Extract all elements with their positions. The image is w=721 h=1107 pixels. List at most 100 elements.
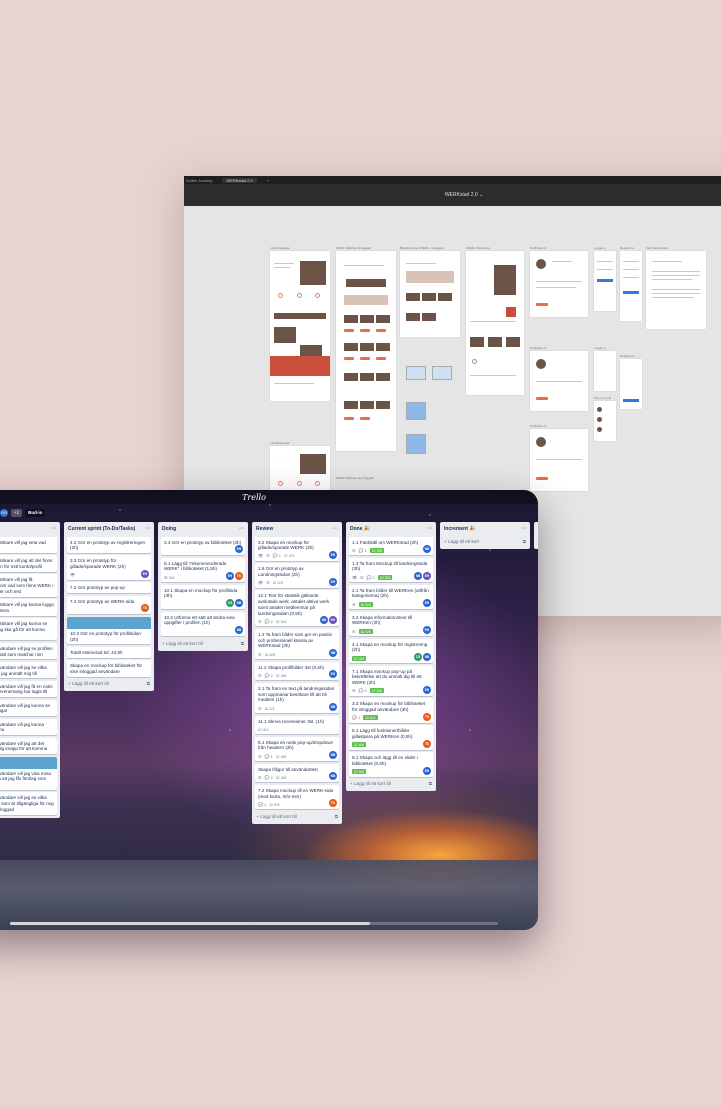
- member-avatar[interactable]: EH: [141, 569, 149, 578]
- template-icon[interactable]: ⧉: [241, 641, 244, 646]
- add-tab-button[interactable]: +: [267, 178, 269, 183]
- frame-logga-in-2[interactable]: [594, 351, 616, 391]
- member-avatar[interactable]: NB: [329, 772, 337, 781]
- add-card-button[interactable]: + Lägg till ett kort till ⧉: [349, 779, 433, 788]
- frame-werk-hallplats[interactable]: [336, 251, 396, 451]
- member-avatar[interactable]: CS: [414, 653, 422, 662]
- card[interactable]: 3.2 Skapa en mockup för gillade/sparade …: [255, 536, 339, 561]
- card[interactable]: 3.3 Gör en prototyp för gillade/sparade …: [67, 555, 151, 580]
- member-avatar[interactable]: NB: [329, 649, 337, 658]
- member-avatar[interactable]: TS: [423, 712, 431, 721]
- card[interactable]: 1.4 Som besökare vill jag kunna logga in…: [0, 599, 57, 616]
- card[interactable]: 2.1 Som användare vill jag att det finns…: [0, 737, 57, 755]
- member-avatar[interactable]: EH: [423, 599, 431, 608]
- member-avatar[interactable]: EH: [423, 766, 431, 775]
- card[interactable]: 7.2 Skapa mockup till en WERK-sida (med …: [255, 784, 339, 810]
- card[interactable]: 2.0 Som användare vill jag kunna rediger…: [0, 718, 57, 736]
- member-avatar[interactable]: CS: [226, 599, 234, 608]
- member-count[interactable]: +1: [11, 508, 23, 517]
- add-card-button[interactable]: + Lägg till ett kort till ⧉: [161, 639, 245, 648]
- card[interactable]: 11.2 Skapa profilbilder 3st (0,5h) ☰ 💬 2 ☑ …: [255, 661, 339, 681]
- card[interactable]: 10.1 Skapa en mockup för profilsida (3h)…: [161, 584, 245, 610]
- member-avatar[interactable]: NB: [414, 572, 422, 581]
- member-avatar[interactable]: EH: [0, 508, 8, 517]
- list-title[interactable]: Current sprint (To-Do/Tasks): [68, 526, 135, 532]
- card[interactable]: 2.2 Som användare vill jag visa mina int…: [0, 756, 57, 790]
- member-avatar[interactable]: EH: [329, 550, 337, 559]
- card[interactable]: 1.1 Som besökare vill jag veta vad WERK …: [0, 536, 57, 553]
- template-icon[interactable]: ⧉: [523, 539, 526, 544]
- frame-informationssida[interactable]: [646, 251, 706, 329]
- list-title[interactable]: Doing: [162, 526, 176, 532]
- template-icon[interactable]: ⧉: [429, 781, 432, 786]
- card[interactable]: 1.1 Färdställ om WERKstad (2h) ☰ 💬 1 ☑ 5/5 N…: [349, 536, 433, 556]
- card[interactable]: Skapa en mockup för biblioteket för icke…: [67, 660, 151, 677]
- list-title[interactable]: Increment 🎉: [444, 526, 476, 532]
- card[interactable]: 5.1 Lägg till funktioner/bilder gillaslp…: [349, 725, 433, 750]
- card[interactable]: 1.6 Som användare vill jag se profilen p…: [0, 642, 57, 660]
- member-avatar[interactable]: NB: [329, 751, 337, 760]
- card[interactable]: 2.1 Ta fram en text på landningssidan so…: [255, 682, 339, 714]
- list-6[interactable]: Archive f··· + Lägg⧉: [534, 522, 538, 549]
- card[interactable]: 11.1 Skriva recensioner 3st. (1h) ☑ 4/1: [255, 715, 339, 735]
- card[interactable]: 2.3 Som användare vill jag se vilka even…: [0, 792, 57, 815]
- list-menu-icon[interactable]: ···: [521, 526, 526, 532]
- tab-werkstad[interactable]: WERKstad 2.0: [222, 177, 257, 183]
- list-1[interactable]: Current sprint (To-Do/Tasks) ··· 4.2 Gör e…: [64, 522, 154, 692]
- card[interactable]: Skapa frågor till användartest ☰ 💬 2 ☑ 4/5 N…: [255, 763, 339, 783]
- card[interactable]: 6.1 Lägg till "rekommenderade WERK" i bi…: [161, 557, 245, 583]
- list-0[interactable]: Backlog··· 1.1 Som besökare vill jag veta…: [0, 522, 60, 818]
- member-avatar[interactable]: NB: [423, 653, 431, 662]
- frame-logga-in[interactable]: [594, 251, 616, 311]
- card[interactable]: 3.2 Skapa informationstext till WERKen (…: [349, 611, 433, 637]
- member-avatar[interactable]: TS: [235, 572, 243, 581]
- card[interactable]: 3.3 Skapa en mockup för biblioteket för …: [349, 698, 433, 723]
- member-avatar[interactable]: EH: [226, 572, 234, 581]
- board-button[interactable]: Bud-in: [25, 508, 46, 517]
- member-avatar[interactable]: EH: [423, 572, 431, 581]
- frame-registrera[interactable]: [620, 251, 642, 321]
- board-scrollbar-thumb[interactable]: [10, 922, 370, 925]
- member-avatar[interactable]: NB: [329, 703, 337, 712]
- list-4[interactable]: Done 🎉 ··· 1.1 Färdställ om WERKstad (2h) ☰…: [346, 522, 436, 792]
- card[interactable]: 1.3 Ta fram Mockup till landningssida (3…: [349, 557, 433, 583]
- trello-logo[interactable]: Trello: [242, 493, 266, 502]
- list-menu-icon[interactable]: ···: [239, 526, 244, 532]
- member-avatar[interactable]: EH: [235, 545, 243, 554]
- card[interactable]: 1.2 Ta fram bilder som ger en positiv oc…: [255, 628, 339, 660]
- card[interactable]: 7.1 Skapa mockup pop-up på bekräftelse a…: [349, 665, 433, 696]
- add-card-label[interactable]: + Lägg till ett kort till: [68, 681, 109, 686]
- list-title[interactable]: Done 🎉: [350, 526, 370, 532]
- frame-werk-bookshop[interactable]: [466, 251, 524, 395]
- card[interactable]: 1.8 Som användare vill jag få en notis o…: [0, 680, 57, 698]
- member-avatar[interactable]: NB: [235, 626, 243, 635]
- card[interactable]: 12.1 Text för statistik gällande avsluta…: [255, 590, 339, 627]
- list-menu-icon[interactable]: ···: [427, 526, 432, 532]
- add-card-label[interactable]: + Lägg till ett kort: [444, 539, 479, 544]
- list-menu-icon[interactable]: ···: [333, 526, 338, 532]
- card[interactable]: 1.6 Gör en prototyp av Landningssidan (2…: [255, 563, 339, 588]
- list-5[interactable]: Increment 🎉 ··· + Lägg till ett kort ⧉: [440, 522, 530, 549]
- card[interactable]: 1.3 Som besökare vill jag få information…: [0, 574, 57, 597]
- list-menu-icon[interactable]: ···: [145, 526, 150, 532]
- list-title[interactable]: Review: [256, 526, 273, 532]
- member-avatar[interactable]: NB: [235, 599, 243, 608]
- add-card-button[interactable]: + Lägg till ett kort till ⧉: [255, 812, 339, 821]
- frame-popup-profil[interactable]: [594, 401, 616, 441]
- add-card-button[interactable]: + Lägg⧉: [537, 537, 538, 546]
- list-header[interactable]: Current sprint (To-Do/Tasks) ···: [67, 525, 151, 534]
- list-header[interactable]: Done 🎉 ···: [349, 525, 433, 534]
- template-icon[interactable]: ⧉: [335, 814, 338, 819]
- member-avatar[interactable]: EH: [423, 626, 431, 635]
- member-avatar[interactable]: NB: [320, 616, 328, 625]
- card[interactable]: 1.2 Som besökare vill jag att det finns …: [0, 555, 57, 572]
- card[interactable]: 2.1 Ta fram bilder till WERKen (utifrån …: [349, 584, 433, 610]
- template-icon[interactable]: ⧉: [147, 681, 150, 686]
- member-avatar[interactable]: EH: [329, 670, 337, 679]
- board-scrollbar[interactable]: [10, 922, 498, 925]
- list-header[interactable]: Review ···: [255, 525, 339, 534]
- card[interactable]: 10.2 Utforma ett sätt att ändra sina upp…: [161, 611, 245, 637]
- list-header[interactable]: Increment 🎉 ···: [443, 525, 527, 534]
- list-3[interactable]: Review ··· 3.2 Skapa en mockup för gillade…: [252, 522, 342, 824]
- frame-landningssida[interactable]: [270, 251, 330, 401]
